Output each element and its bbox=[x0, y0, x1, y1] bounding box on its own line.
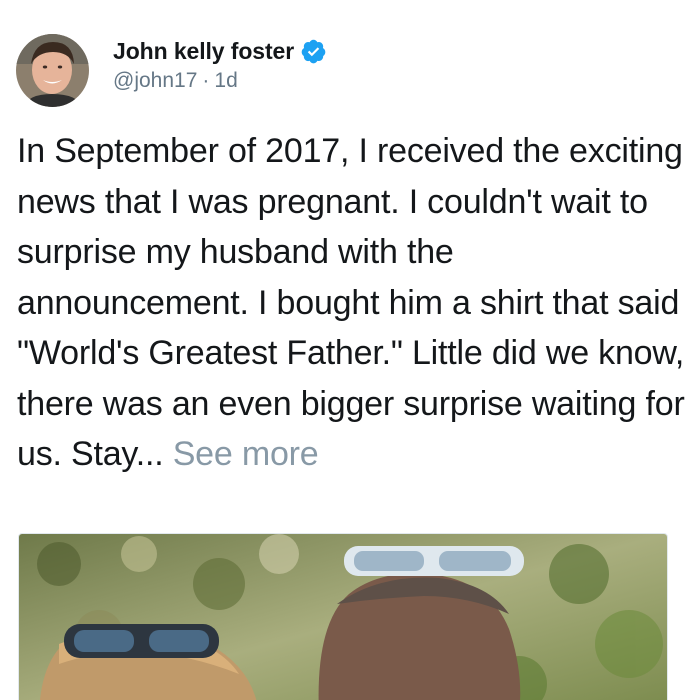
user-handle[interactable]: @john17 bbox=[113, 69, 197, 92]
photo-image bbox=[19, 534, 667, 700]
user-info: John kelly foster @john17 · 1d bbox=[113, 36, 327, 93]
meta-row: @john17 · 1d bbox=[113, 69, 327, 93]
avatar[interactable] bbox=[16, 34, 89, 107]
see-more-link[interactable]: See more bbox=[173, 435, 319, 473]
tweet-header: John kelly foster @john17 · 1d bbox=[16, 34, 327, 107]
verified-badge-icon bbox=[300, 38, 327, 65]
avatar-photo bbox=[16, 34, 89, 107]
name-row: John kelly foster bbox=[113, 36, 327, 66]
tweet-text: In September of 2017, I received the exc… bbox=[17, 132, 685, 473]
tweet-card: John kelly foster @john17 · 1d In Septembe… bbox=[0, 0, 700, 700]
tweet-timestamp[interactable]: 1d bbox=[214, 69, 237, 92]
tweet-media-photo[interactable] bbox=[18, 533, 668, 700]
display-name[interactable]: John kelly foster bbox=[113, 38, 294, 65]
meta-separator: · bbox=[202, 69, 210, 92]
tweet-body: In September of 2017, I received the exc… bbox=[17, 126, 689, 480]
